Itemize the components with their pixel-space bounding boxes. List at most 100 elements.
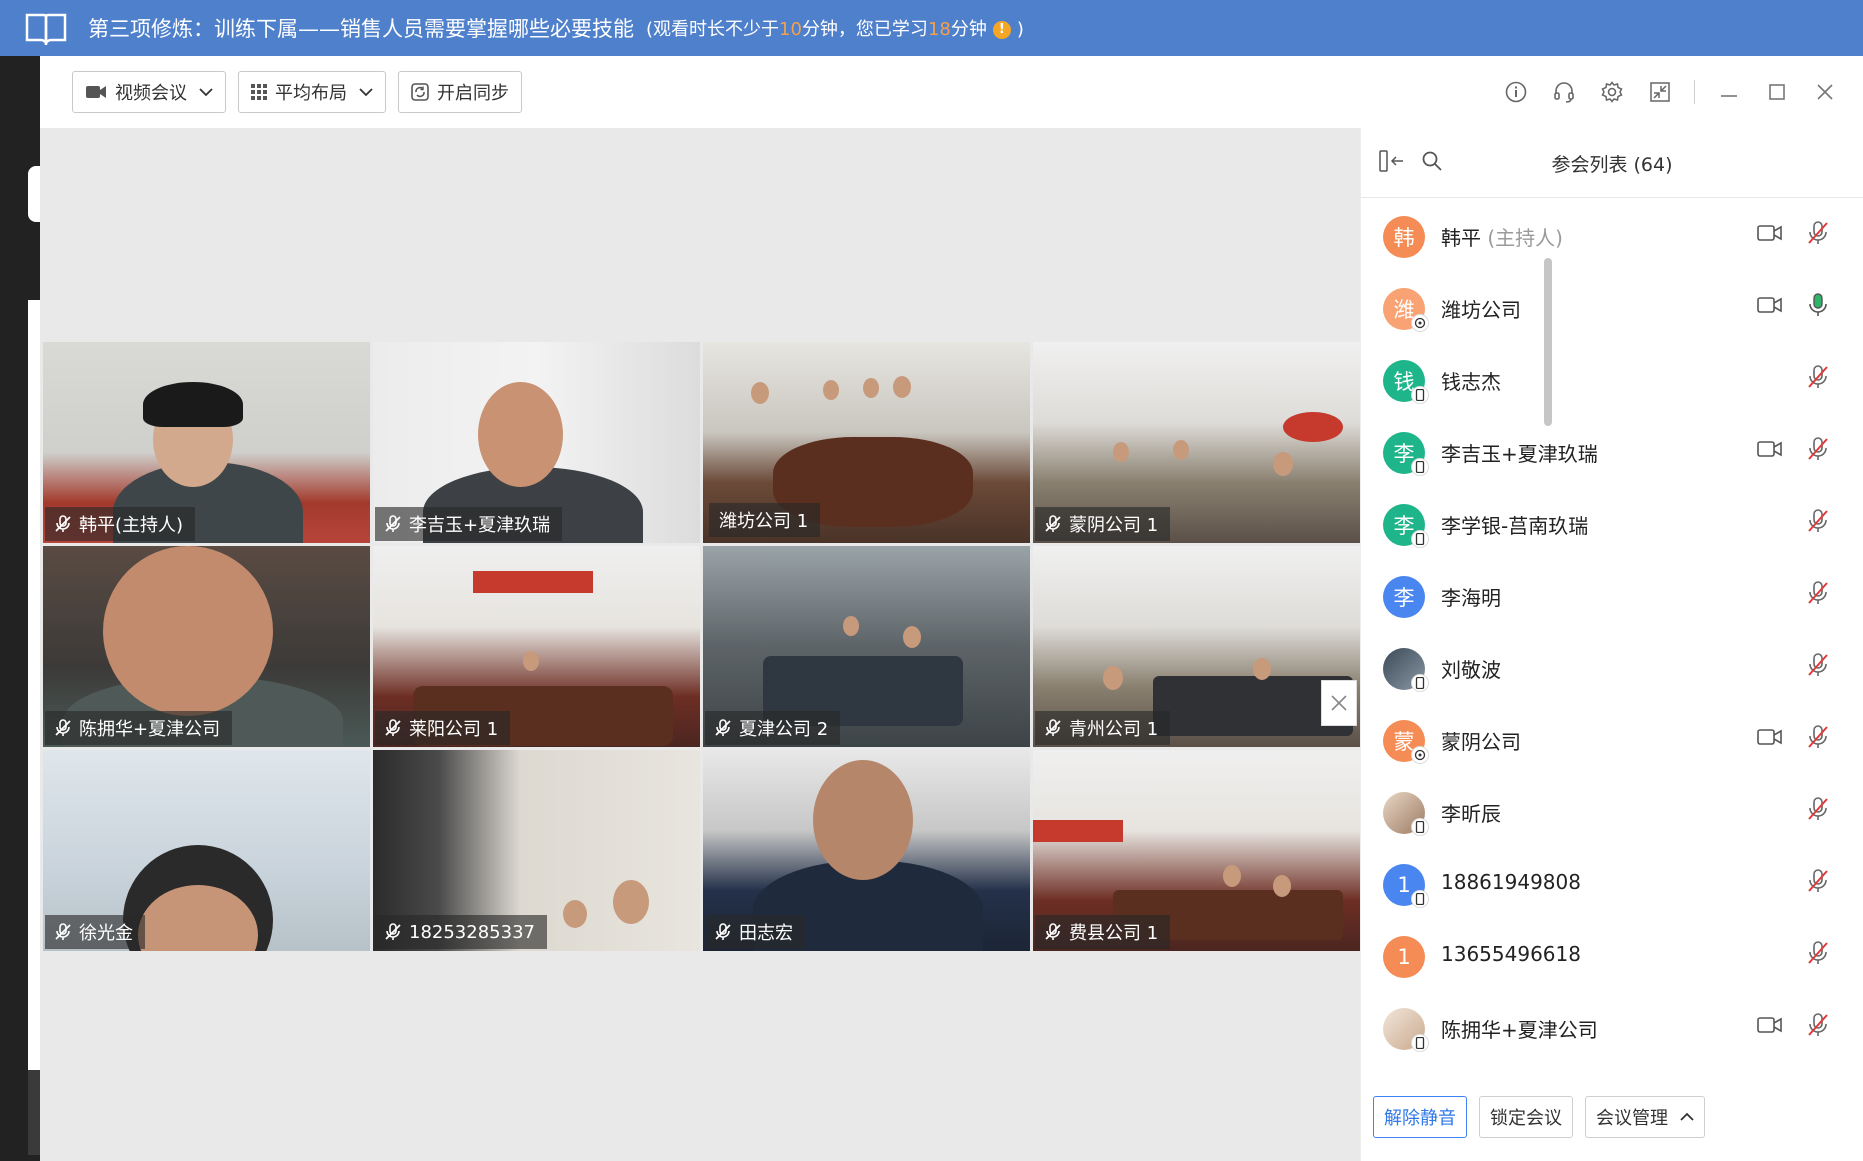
video-tile[interactable]: 费县公司 1 [1033,750,1360,951]
avatar: 蒙 [1383,720,1429,764]
exit-fullscreen-button[interactable] [1636,72,1684,112]
close-panel-button[interactable] [1321,680,1357,726]
mic-muted-icon [1045,719,1061,736]
participant-row[interactable]: 潍 潍坊公司 [1361,272,1849,344]
avatar: 韩 [1383,216,1425,258]
phone-icon [1411,818,1429,836]
participants-footer: 解除静音 锁定会议 会议管理 [1361,1072,1863,1161]
book-icon [25,13,67,45]
participant-row[interactable]: 李 李吉玉+夏津玖瑞 [1361,416,1849,488]
video-tile[interactable]: 蒙阴公司 1 [1033,342,1360,543]
tile-label: 李吉玉+夏津玖瑞 [375,507,563,541]
camera-icon[interactable] [1757,440,1783,458]
video-meeting-dropdown[interactable]: 视频会议 [72,71,226,113]
participant-row[interactable]: 1 13655496618 [1361,920,1849,992]
video-tile-active-speaker[interactable]: 潍坊公司 1 [703,342,1030,543]
participant-name: 18861949808 [1441,870,1581,894]
unmute-all-button[interactable]: 解除静音 [1373,1095,1467,1138]
info-button[interactable] [1492,72,1540,112]
avatar [1383,648,1429,692]
mic-muted-icon[interactable] [1807,1012,1829,1038]
window-controls [1492,56,1849,128]
mic-muted-icon[interactable] [1807,436,1829,462]
support-button[interactable] [1540,72,1588,112]
sync-label: 开启同步 [437,83,509,104]
video-meeting-label: 视频会议 [115,83,187,104]
participant-row[interactable]: 1 18861949808 [1361,848,1849,920]
mic-muted-icon[interactable] [1807,868,1829,894]
participant-row[interactable]: 李 李海明 [1361,560,1849,632]
mic-muted-icon[interactable] [1807,940,1829,966]
tile-label: 18253285337 [375,915,547,949]
video-tile[interactable]: 夏津公司 2 [703,546,1030,747]
course-title: 第三项修炼：训练下属——销售人员需要掌握哪些必要技能 [88,17,634,41]
camera-icon[interactable] [1757,224,1783,242]
mic-muted-icon[interactable] [1807,220,1829,246]
phone-icon [1411,674,1429,692]
tile-name: 潍坊公司 1 [719,511,809,532]
sync-icon [411,83,429,101]
camera-icon[interactable] [1757,728,1783,746]
video-tile[interactable]: 徐光金 [43,750,370,951]
participants-list: 韩 韩平 (主持人) 潍 潍坊公司 钱 钱志杰 李 李吉玉+夏津玖瑞 李 李学银… [1361,200,1849,1072]
phone-icon [1411,1034,1429,1052]
chevron-down-icon [359,88,373,97]
grid-icon [251,84,267,100]
meeting-management-button[interactable]: 会议管理 [1585,1095,1705,1138]
search-icon[interactable] [1421,150,1443,172]
tile-name: 徐光金 [79,923,133,944]
mic-muted-icon[interactable] [1807,652,1829,678]
mic-muted-icon [1045,923,1061,940]
participant-row[interactable]: 刘敬波 [1361,632,1849,704]
mic-muted-icon[interactable] [1807,364,1829,390]
video-tile[interactable]: 李吉玉+夏津玖瑞 [373,342,700,543]
toolbar-divider [1694,80,1695,104]
meeting-management-label: 会议管理 [1596,1107,1668,1129]
participants-panel: 参会列表 (64) 韩 韩平 (主持人) 潍 潍坊公司 钱 钱志杰 李 李吉玉+… [1361,128,1863,1161]
maximize-button[interactable] [1753,72,1801,112]
video-tile[interactable]: 田志宏 [703,750,1030,951]
camera-icon[interactable] [1757,296,1783,314]
close-window-button[interactable] [1801,72,1849,112]
mic-muted-icon[interactable] [1807,580,1829,606]
participant-row[interactable]: 钱 钱志杰 [1361,344,1849,416]
tile-label: 徐光金 [45,915,145,949]
tile-name: 陈拥华+夏津公司 [79,719,221,740]
video-tile[interactable]: 陈拥华+夏津公司 [43,546,370,747]
mic-muted-icon[interactable] [1807,724,1829,750]
video-tile[interactable]: 青州公司 1 [1033,546,1360,747]
participant-row[interactable]: 韩 韩平 (主持人) [1361,200,1849,272]
info-icon[interactable]: ! [992,21,1011,39]
settings-button[interactable] [1588,72,1636,112]
participant-row[interactable]: 李 李学银-莒南玖瑞 [1361,488,1849,560]
avatar: 1 [1383,864,1429,908]
tile-label: 青州公司 1 [1035,711,1171,745]
minimize-button[interactable] [1705,72,1753,112]
video-tile[interactable]: 18253285337 [373,750,700,951]
layout-dropdown[interactable]: 平均布局 [238,71,386,113]
tile-label: 陈拥华+夏津公司 [45,711,233,745]
video-area: 韩平(主持人) 李吉玉+夏津玖瑞 潍坊公司 1 蒙阴公司 1 陈拥华+夏津公司 … [40,128,1360,1161]
tile-name: 夏津公司 2 [739,719,829,740]
camera-icon[interactable] [1757,1016,1783,1034]
mic-muted-icon [385,515,401,532]
participant-row[interactable]: 蒙 蒙阴公司 [1361,704,1849,776]
sync-button[interactable]: 开启同步 [398,71,522,113]
participants-scrollbar[interactable] [1544,258,1552,426]
video-tile[interactable]: 莱阳公司 1 [373,546,700,747]
tile-name: 李吉玉+夏津玖瑞 [409,515,551,536]
avatar: 李 [1383,432,1429,476]
tile-name: 青州公司 1 [1069,719,1159,740]
mic-muted-icon[interactable] [1807,796,1829,822]
participant-name: 刘敬波 [1441,658,1501,682]
participant-row[interactable]: 陈拥华+夏津公司 [1361,992,1849,1064]
collapse-panel-icon[interactable] [1379,150,1405,172]
participant-row[interactable]: 李昕辰 [1361,776,1849,848]
lock-meeting-button[interactable]: 锁定会议 [1479,1095,1573,1138]
chevron-up-icon [1680,1112,1694,1121]
video-tile[interactable]: 韩平(主持人) [43,342,370,543]
tile-name: 田志宏 [739,923,793,944]
mic-active-icon[interactable] [1807,292,1829,318]
mic-muted-icon[interactable] [1807,508,1829,534]
mic-muted-icon [55,719,71,736]
